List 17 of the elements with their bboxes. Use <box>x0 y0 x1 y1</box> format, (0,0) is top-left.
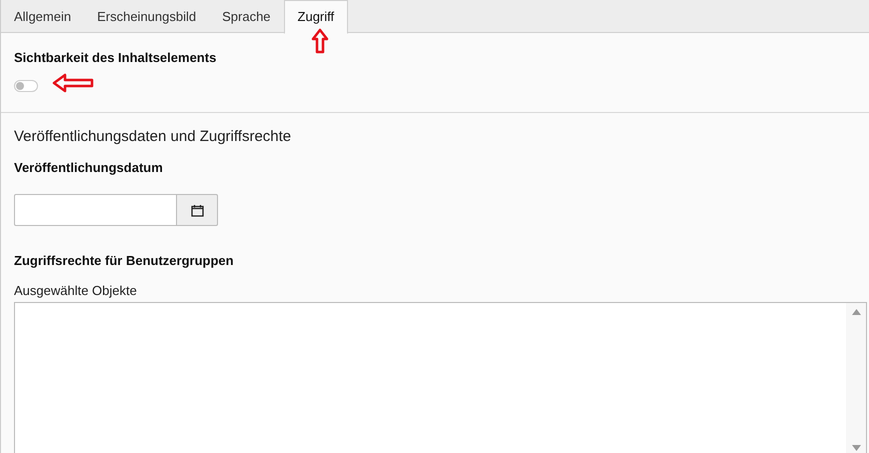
scroll-up-icon[interactable] <box>852 309 860 315</box>
calendar-icon <box>190 204 204 216</box>
field-sublabel: Ausgewählte Objekte <box>14 282 138 300</box>
tab[interactable]: Sprache <box>209 0 284 33</box>
arrow-left-icon <box>52 73 94 93</box>
field-label: Sichtbarkeit des Inhaltselements <box>14 49 218 67</box>
scroll-down-icon[interactable] <box>852 445 860 451</box>
section-title: Veröffentlichungsdaten und Zugriffsrechte <box>14 127 292 147</box>
field-label: Zugriffsrechte für Benutzergruppen <box>14 252 235 270</box>
date-input-field[interactable] <box>14 194 177 226</box>
tab[interactable]: Erscheinungsbild <box>84 0 210 33</box>
tab[interactable]: Zugriff <box>284 0 348 34</box>
calendar-button[interactable] <box>177 194 218 226</box>
toggle-switch[interactable] <box>14 80 38 92</box>
arrow-up-icon <box>311 28 329 54</box>
tab[interactable]: Allgemein <box>1 0 84 33</box>
field-label: Veröffentlichungsdatum <box>14 158 164 177</box>
